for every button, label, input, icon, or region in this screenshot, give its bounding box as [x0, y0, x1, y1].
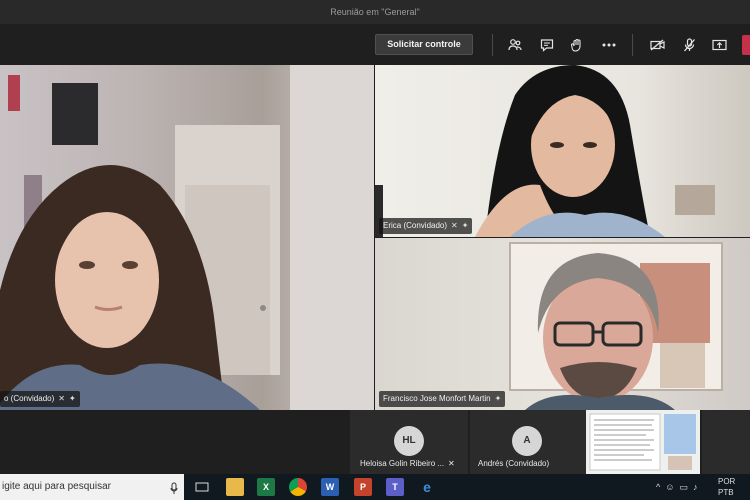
participant-tile-partial[interactable]	[702, 410, 750, 474]
shared-document-preview	[589, 413, 696, 471]
meeting-toolbar: Solicitar controle	[0, 24, 750, 66]
window-title: Reunião em "General"	[0, 0, 750, 24]
mic-muted-icon: ✕	[448, 459, 455, 468]
more-options-icon[interactable]	[599, 35, 619, 55]
volume-icon[interactable]: ♪	[693, 482, 698, 492]
microphone-icon[interactable]	[170, 480, 178, 500]
avatar: HL	[394, 426, 424, 456]
shared-screen-thumbnail[interactable]	[586, 410, 700, 474]
pin-icon: ✦	[494, 394, 502, 403]
participant-strip: HL Heloisa Golin Ribeiro ... ✕ A Andrés …	[0, 410, 750, 474]
search-placeholder: igite aqui para pesquisar	[2, 481, 111, 492]
video-tile-francisco: Francisco Jose Monfort Martin ✦	[375, 238, 750, 410]
main-video-frame	[0, 65, 374, 410]
toolbar-divider	[632, 34, 633, 56]
avatar: A	[512, 426, 542, 456]
participant-tile-heloisa[interactable]: HL Heloisa Golin Ribeiro ... ✕	[350, 410, 468, 474]
participant-tile-andres[interactable]: A Andrés (Convidado)	[470, 410, 586, 474]
hangup-button[interactable]	[742, 35, 750, 55]
teams-icon[interactable]: T	[386, 478, 404, 496]
erica-video-frame	[375, 65, 715, 237]
francisco-video-frame	[509, 242, 723, 410]
mic-muted-icon: ✕	[58, 394, 65, 403]
language-code: POR	[718, 477, 736, 486]
chrome-icon[interactable]	[289, 478, 307, 496]
mic-muted-icon: ✕	[451, 221, 458, 230]
request-control-button[interactable]: Solicitar controle	[375, 34, 473, 55]
mic-off-icon[interactable]	[679, 35, 699, 55]
keyboard-layout: PTB	[718, 488, 734, 497]
erica-label: Erica (Convidado) ✕ ✦	[379, 218, 473, 234]
excel-icon[interactable]: X	[257, 478, 275, 496]
participant-name: Heloisa Golin Ribeiro ...	[360, 459, 445, 468]
participant-name: Francisco Jose Monfort Martin	[383, 394, 491, 403]
participants-icon[interactable]	[505, 35, 525, 55]
system-tray: ^ ☺ ▭ ♪	[656, 474, 697, 500]
main-participant-label: o (Convidado) ✕ ✦	[0, 391, 80, 407]
edge-icon[interactable]: e	[418, 478, 436, 496]
participant-name-row: Andrés (Convidado)	[478, 459, 549, 468]
windows-taskbar: igite aqui para pesquisar X W P T e ^ ☺ …	[0, 474, 750, 500]
video-tile-erica: Erica (Convidado) ✕ ✦	[375, 65, 750, 237]
raise-hand-icon[interactable]	[567, 35, 587, 55]
video-tile-main: o (Convidado) ✕ ✦	[0, 65, 374, 410]
toolbar-divider	[492, 34, 493, 56]
francisco-label: Francisco Jose Monfort Martin ✦	[379, 391, 506, 407]
pin-icon: ✦	[68, 394, 76, 403]
pin-icon: ✦	[461, 221, 469, 230]
people-icon[interactable]: ☺	[665, 482, 674, 492]
teams-meeting-window: Reunião em "General" Solicitar controle	[0, 0, 750, 500]
powerpoint-icon[interactable]: P	[354, 478, 372, 496]
participant-name: o (Convidado)	[4, 394, 55, 403]
participant-name: Erica (Convidado)	[383, 221, 448, 230]
monitor-icon[interactable]: ▭	[679, 482, 688, 493]
task-view-icon[interactable]	[193, 478, 211, 496]
participant-name: Andrés (Convidado)	[478, 459, 550, 468]
participant-name-row: Heloisa Golin Ribeiro ... ✕	[360, 459, 455, 468]
chevron-up-icon[interactable]: ^	[656, 482, 660, 492]
chat-icon[interactable]	[537, 35, 557, 55]
taskbar-search-box[interactable]: igite aqui para pesquisar	[0, 474, 184, 500]
word-icon[interactable]: W	[321, 478, 339, 496]
share-screen-icon[interactable]	[709, 35, 729, 55]
input-language[interactable]: POR PTB	[718, 476, 735, 498]
file-explorer-icon[interactable]	[226, 478, 244, 496]
camera-off-icon[interactable]	[647, 35, 667, 55]
